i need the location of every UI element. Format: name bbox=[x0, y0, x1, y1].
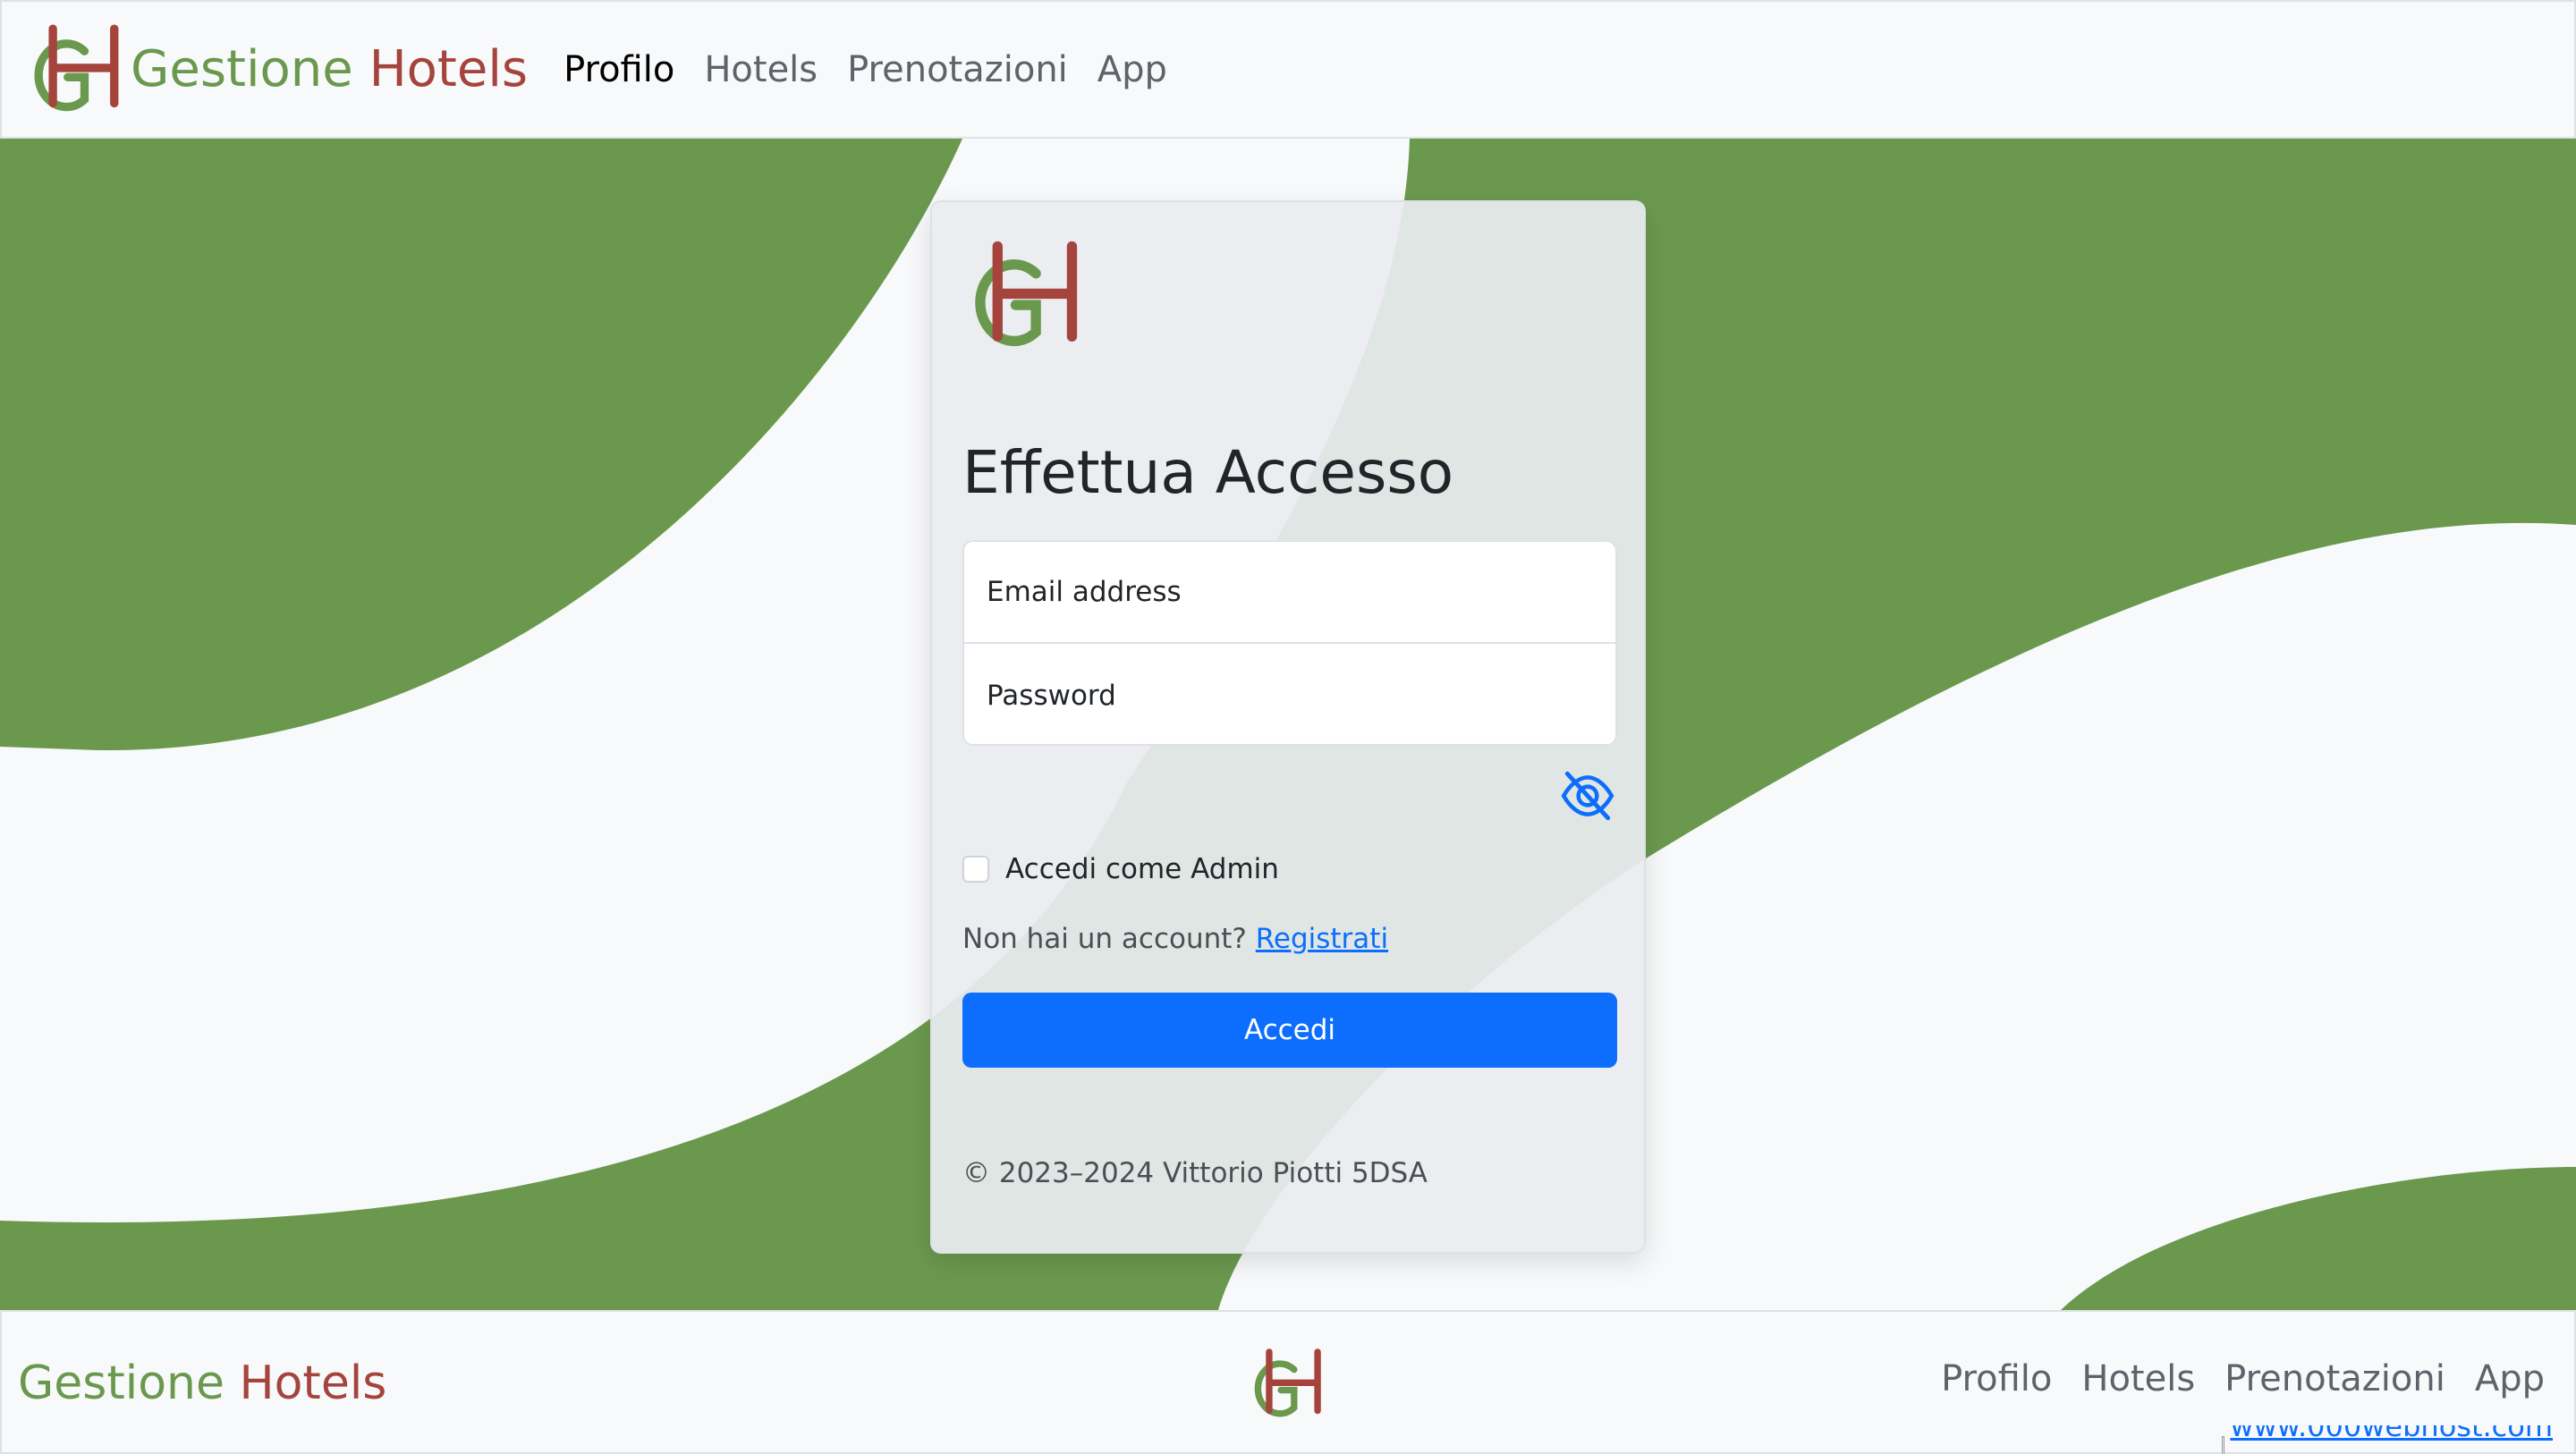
nav-link-prenotazioni[interactable]: Prenotazioni bbox=[847, 49, 1068, 90]
brand-name-part1: Gestione bbox=[131, 40, 353, 98]
brand-name: Gestione Hotels bbox=[131, 40, 528, 98]
footer-link-profilo[interactable]: Profilo bbox=[1941, 1358, 2052, 1399]
nav-link-app[interactable]: App bbox=[1097, 49, 1167, 90]
credentials-group: Email address Password bbox=[962, 540, 1617, 746]
eye-slash-icon[interactable] bbox=[1558, 766, 1617, 825]
signup-prompt: Non hai un account? bbox=[962, 923, 1247, 955]
email-placeholder: Email address bbox=[987, 576, 1182, 608]
footer-link-prenotazioni[interactable]: Prenotazioni bbox=[2224, 1358, 2445, 1399]
login-title: Effettua Accesso bbox=[962, 438, 1454, 507]
copyright-text: © 2023–2024 Vittorio Piotti 5DSA bbox=[962, 1157, 1428, 1189]
footer-link-hotels[interactable]: Hotels bbox=[2081, 1358, 2195, 1399]
hosting-badge[interactable]: www.000webhost.com bbox=[2222, 1425, 2553, 1454]
nav-links: Profilo Hotels Prenotazioni App bbox=[564, 49, 1197, 90]
footer-brand-part1: Gestione bbox=[18, 1357, 225, 1410]
gh-logo-icon bbox=[1254, 1348, 1321, 1417]
password-field[interactable]: Password bbox=[964, 645, 1615, 744]
footer-brand-part2: Hotels bbox=[239, 1357, 387, 1410]
admin-check-row: Accedi come Admin bbox=[962, 853, 1279, 885]
nav-link-profilo[interactable]: Profilo bbox=[564, 49, 674, 90]
footer-brand[interactable]: Gestione Hotels bbox=[18, 1357, 386, 1410]
broken-image-icon bbox=[2222, 1436, 2225, 1454]
footer-links: Profilo Hotels Prenotazioni App bbox=[1911, 1358, 2545, 1399]
hosting-link[interactable]: www.000webhost.com bbox=[2230, 1425, 2553, 1441]
footer-link-app[interactable]: App bbox=[2475, 1358, 2545, 1399]
gh-logo-icon bbox=[34, 24, 119, 111]
signup-row: Non hai un account? Registrati bbox=[962, 923, 1388, 955]
brand-name-part2: Hotels bbox=[369, 40, 529, 98]
top-navbar: Gestione Hotels Profilo Hotels Prenotazi… bbox=[0, 0, 2576, 139]
signup-link[interactable]: Registrati bbox=[1256, 923, 1388, 955]
login-card: Effettua Accesso Email address Password … bbox=[930, 200, 1646, 1254]
footer: Gestione Hotels Profilo Hotels Prenotazi… bbox=[0, 1310, 2576, 1454]
admin-checkbox-label[interactable]: Accedi come Admin bbox=[1005, 853, 1279, 885]
nav-link-hotels[interactable]: Hotels bbox=[704, 49, 818, 90]
email-field[interactable]: Email address bbox=[964, 542, 1615, 644]
login-button[interactable]: Accedi bbox=[962, 993, 1617, 1068]
gh-logo-icon bbox=[975, 241, 1078, 347]
brand[interactable]: Gestione Hotels bbox=[27, 23, 528, 116]
admin-checkbox[interactable] bbox=[962, 856, 989, 883]
password-placeholder: Password bbox=[987, 680, 1116, 712]
